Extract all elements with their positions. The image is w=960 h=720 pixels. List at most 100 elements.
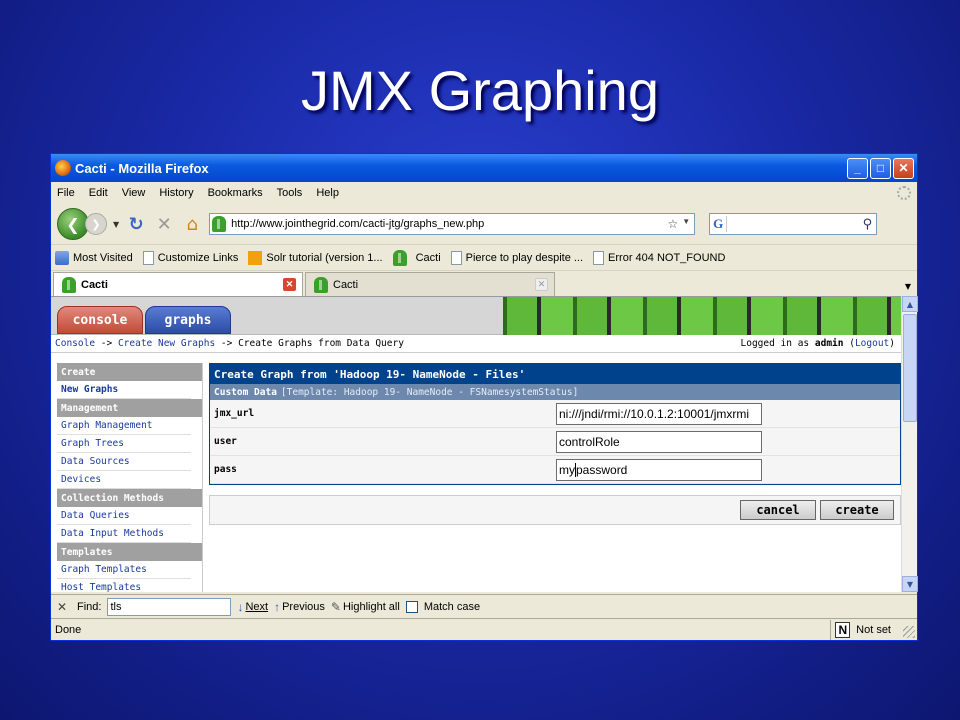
- match-case-checkbox[interactable]: Match case: [405, 600, 480, 613]
- firefox-icon: [55, 160, 71, 176]
- field-label: jmx_url: [214, 408, 255, 419]
- sidebar-item-host-templates[interactable]: Host Templates: [57, 579, 191, 592]
- find-previous-button[interactable]: ↑ Previous: [274, 600, 325, 614]
- maximize-button[interactable]: □: [870, 157, 891, 179]
- solr-icon: [248, 250, 263, 265]
- find-previous-label: Previous: [282, 600, 325, 613]
- vertical-scrollbar[interactable]: ▲ ▼: [901, 296, 918, 592]
- bookmark-pierce[interactable]: Pierce to play despite ...: [450, 250, 584, 265]
- close-window-button[interactable]: ✕: [893, 157, 914, 179]
- login-info: Logged in as admin (Logout): [741, 338, 903, 349]
- status-bar: Done N Not set: [51, 618, 917, 640]
- sidebar-item-data-queries[interactable]: Data Queries: [57, 507, 191, 525]
- navigation-toolbar: ❮ ❯ ▼ ↻ ✕ ⌂ http://www.jointhegrid.com/c…: [51, 204, 917, 244]
- cancel-button[interactable]: cancel: [740, 500, 816, 520]
- page-icon: [450, 250, 462, 265]
- bookmark-label: Most Visited: [73, 251, 133, 264]
- bookmark-cacti[interactable]: Cacti: [392, 249, 441, 266]
- magnifier-icon[interactable]: ⚲: [863, 217, 877, 232]
- page-content: console graphs Console -> Create New Gra…: [51, 296, 903, 592]
- pass-field[interactable]: my password: [556, 458, 762, 481]
- tab-cacti-inactive[interactable]: Cacti ✕: [305, 272, 555, 296]
- menu-bar: File Edit View History Bookmarks Tools H…: [51, 182, 917, 204]
- breadcrumb-create-new-link[interactable]: Create New Graphs: [118, 338, 215, 349]
- url-bar[interactable]: http://www.jointhegrid.com/cacti-jtg/gra…: [209, 213, 696, 235]
- sidebar-item-graph-management[interactable]: Graph Management: [57, 417, 191, 435]
- sidebar-item-devices[interactable]: Devices: [57, 471, 191, 489]
- bookmark-label: Cacti: [415, 251, 441, 264]
- home-icon[interactable]: ⌂: [181, 214, 203, 235]
- cacti-icon: [314, 276, 328, 293]
- scroll-thumb[interactable]: [903, 314, 917, 422]
- login-prefix: Logged in as: [740, 338, 815, 349]
- stop-icon[interactable]: ✕: [153, 214, 175, 235]
- tab-console[interactable]: console: [57, 306, 143, 334]
- tab-label: Cacti: [333, 278, 359, 291]
- sidebar-item-data-input-methods[interactable]: Data Input Methods: [57, 525, 191, 543]
- find-next-button[interactable]: ↓ Next: [237, 600, 268, 614]
- menu-tools[interactable]: Tools: [277, 187, 303, 199]
- minimize-button[interactable]: _: [847, 157, 868, 179]
- close-tab-icon[interactable]: ✕: [535, 278, 548, 291]
- menu-help[interactable]: Help: [316, 187, 339, 199]
- sidebar-item-graph-templates[interactable]: Graph Templates: [57, 561, 191, 579]
- cacti-icon: [62, 276, 76, 293]
- menu-file[interactable]: File: [57, 187, 75, 199]
- tab-graphs[interactable]: graphs: [145, 306, 231, 334]
- close-tab-icon[interactable]: ✕: [283, 278, 296, 291]
- checkbox-icon[interactable]: [405, 600, 418, 613]
- breadcrumb-separator: ->: [215, 338, 239, 349]
- window-titlebar[interactable]: Cacti - Mozilla Firefox _ □ ✕: [51, 154, 917, 182]
- resize-grip-icon[interactable]: [903, 626, 915, 638]
- close-find-icon[interactable]: ✕: [57, 600, 71, 614]
- bookmark-star-icon[interactable]: ☆: [667, 217, 678, 231]
- scroll-down-icon[interactable]: ▼: [902, 576, 918, 592]
- sidebar-heading-collection-methods: Collection Methods: [57, 489, 202, 507]
- find-input[interactable]: tls: [107, 597, 232, 616]
- bookmark-label: Error 404 NOT_FOUND: [608, 251, 726, 264]
- bookmark-label: Customize Links: [157, 251, 239, 264]
- status-right-text: Not set: [856, 623, 891, 636]
- bookmark-customize-links[interactable]: Customize Links: [142, 250, 239, 265]
- create-button[interactable]: create: [820, 500, 894, 520]
- jmx-url-field[interactable]: ni:///jndi/rmi://10.0.1.2:10001/jmxrmi: [556, 402, 762, 425]
- scroll-up-icon[interactable]: ▲: [902, 296, 918, 312]
- forward-button[interactable]: ❯: [85, 213, 107, 235]
- form-row-pass: pass my password: [210, 456, 900, 484]
- sidebar-item-new-graphs[interactable]: New Graphs: [57, 381, 191, 399]
- noscript-icon[interactable]: N: [835, 621, 851, 638]
- page-icon: [593, 250, 605, 265]
- bookmark-solr-tutorial[interactable]: Solr tutorial (version 1...: [248, 250, 383, 265]
- search-box[interactable]: G ⚲: [709, 213, 878, 235]
- menu-bookmarks[interactable]: Bookmarks: [208, 187, 263, 199]
- arrow-up-icon: ↑: [274, 599, 281, 614]
- tab-label: Cacti: [81, 278, 108, 291]
- sidebar-item-data-sources[interactable]: Data Sources: [57, 453, 191, 471]
- find-next-label: Next: [245, 600, 269, 613]
- reload-icon[interactable]: ↻: [125, 214, 147, 235]
- tab-cacti-active[interactable]: Cacti ✕: [53, 272, 303, 296]
- bookmark-error-404[interactable]: Error 404 NOT_FOUND: [593, 250, 726, 265]
- find-label: Find:: [77, 600, 102, 613]
- url-dropdown-icon[interactable]: ▼: [682, 217, 690, 231]
- sidebar-heading-create: Create: [57, 363, 202, 381]
- logout-link[interactable]: Logout: [855, 338, 889, 349]
- site-favicon-icon: [212, 216, 227, 232]
- breadcrumb-console-link[interactable]: Console: [55, 338, 95, 349]
- highlight-all-button[interactable]: ✎ Highlight all: [331, 600, 400, 614]
- bookmark-label: Pierce to play despite ...: [465, 251, 584, 264]
- form-subheader: Custom Data [Template: Hadoop 19- NameNo…: [210, 384, 900, 400]
- sidebar-item-graph-trees[interactable]: Graph Trees: [57, 435, 191, 453]
- create-graph-form: Create Graph from 'Hadoop 19- NameNode -…: [209, 363, 901, 485]
- search-engine-icon[interactable]: G: [710, 216, 728, 232]
- menu-history[interactable]: History: [159, 187, 193, 199]
- bookmark-label: Solr tutorial (version 1...: [266, 251, 383, 264]
- menu-edit[interactable]: Edit: [89, 187, 108, 199]
- cacti-icon: [392, 249, 407, 266]
- bookmark-most-visited[interactable]: Most Visited: [55, 250, 133, 265]
- menu-view[interactable]: View: [122, 187, 146, 199]
- status-text: Done: [55, 623, 82, 636]
- tab-list-dropdown-icon[interactable]: ▼: [901, 276, 915, 296]
- user-field[interactable]: controlRole: [556, 430, 762, 453]
- history-dropdown-icon[interactable]: ▼: [113, 220, 119, 229]
